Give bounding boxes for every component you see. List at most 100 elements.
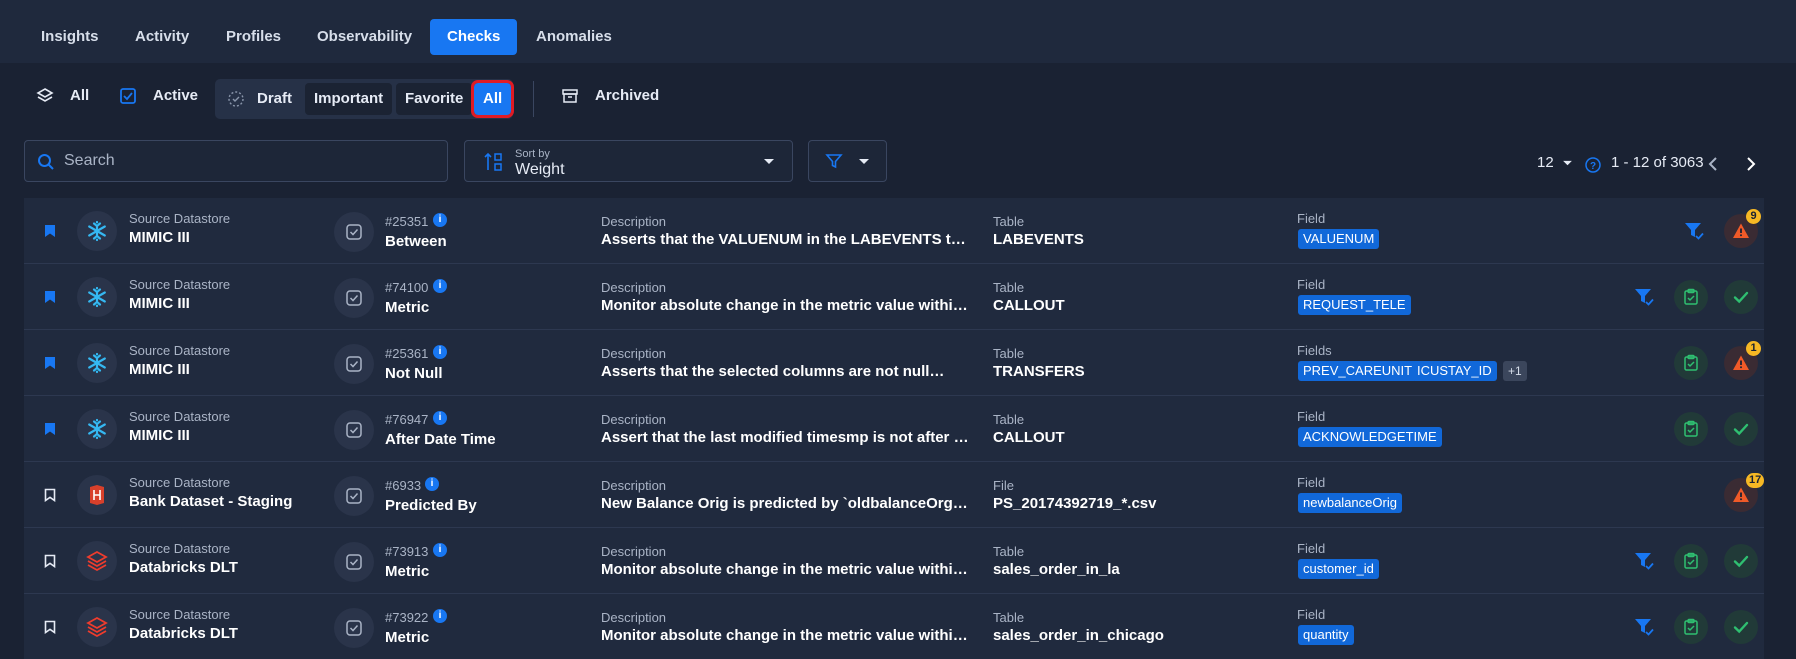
filter-draft[interactable]: Draft <box>227 82 292 116</box>
databricks-icon <box>86 616 108 638</box>
bookmark-toggle[interactable] <box>44 554 56 573</box>
bookmark-outline-icon[interactable] <box>44 620 56 635</box>
filter-check-icon[interactable] <box>1633 550 1655 572</box>
source-name: MIMIC III <box>129 427 190 444</box>
check-type-icon <box>346 422 362 438</box>
bookmark-toggle[interactable] <box>44 356 56 375</box>
search-input[interactable]: Search <box>24 140 448 182</box>
filter-check-button[interactable] <box>1633 616 1655 643</box>
clipboard-check-button[interactable] <box>1674 280 1708 314</box>
source-label: Source Datastore <box>129 541 231 556</box>
table-row[interactable]: Source Datastore MIMIC III #76947 i After Da… <box>24 396 1764 462</box>
field-label: Field <box>1297 211 1326 226</box>
page-size-value[interactable]: 12 <box>1537 154 1554 171</box>
source-name: MIMIC III <box>129 229 190 246</box>
snowflake-icon <box>88 352 106 374</box>
tab-checks[interactable]: Checks <box>430 19 518 55</box>
filter-active[interactable]: Active <box>119 79 198 113</box>
tab-anomalies[interactable]: Anomalies <box>519 19 629 55</box>
bookmark-toggle[interactable] <box>44 488 56 507</box>
filter-check-button[interactable] <box>1683 220 1705 247</box>
field-tag[interactable]: newbalanceOrig <box>1298 493 1402 513</box>
filter-all[interactable]: All <box>36 79 89 113</box>
bookmark-toggle[interactable] <box>44 290 56 309</box>
filter-check-icon[interactable] <box>1633 616 1655 638</box>
bookmark-toggle[interactable] <box>44 422 56 441</box>
clipboard-check-button[interactable] <box>1674 610 1708 644</box>
status-indicator[interactable] <box>1724 544 1758 578</box>
bookmark-filled-icon[interactable] <box>44 290 56 304</box>
table-row[interactable]: Source Datastore Databricks DLT #73913 i Met… <box>24 528 1764 594</box>
tab-activity[interactable]: Activity <box>118 19 206 55</box>
field-tag[interactable]: quantity <box>1298 625 1354 645</box>
bank-icon <box>90 485 104 505</box>
filter-important[interactable]: Important <box>305 83 393 115</box>
clipboard-check-icon <box>1684 552 1698 569</box>
tab-insights[interactable]: Insights <box>24 19 116 55</box>
datastore-logo <box>77 541 117 581</box>
status-indicator[interactable] <box>1724 610 1758 644</box>
filter-all-label: All <box>70 87 90 104</box>
tab-observability[interactable]: Observability <box>300 19 429 55</box>
filter-check-button[interactable] <box>1633 286 1655 313</box>
filter-dropdown-button[interactable] <box>808 140 887 182</box>
bookmark-outline-icon[interactable] <box>44 554 56 569</box>
datastore-logo <box>77 409 117 449</box>
table-row[interactable]: Source Datastore Databricks DLT #73922 i Met… <box>24 594 1764 659</box>
check-type-badge <box>334 542 374 582</box>
description-value: Asserts that the selected columns are no… <box>601 363 945 380</box>
filter-archived[interactable]: Archived <box>561 79 659 113</box>
sort-select[interactable]: Sort by Weight <box>464 140 793 182</box>
bookmark-toggle[interactable] <box>44 224 56 243</box>
clipboard-check-button[interactable] <box>1674 346 1708 380</box>
source-name: MIMIC III <box>129 295 190 312</box>
help-icon[interactable]: ? <box>1585 157 1601 173</box>
info-icon[interactable]: i <box>433 345 447 359</box>
filter-favorite[interactable]: Favorite <box>396 83 473 115</box>
check-id: #6933 <box>385 478 422 493</box>
field-tag[interactable]: customer_id <box>1298 559 1379 579</box>
bookmark-filled-icon[interactable] <box>44 224 56 238</box>
table-row[interactable]: Source Datastore Bank Dataset - Staging #6… <box>24 462 1765 528</box>
info-icon[interactable]: i <box>433 411 447 425</box>
info-icon[interactable]: i <box>433 213 447 227</box>
bookmark-toggle[interactable] <box>44 620 56 639</box>
field-tag[interactable]: ICUSTAY_ID <box>1412 361 1497 381</box>
table-row[interactable]: Source Datastore MIMIC III #74100 i Metric De… <box>24 264 1764 330</box>
filter-check-button[interactable] <box>1633 550 1655 577</box>
info-icon[interactable]: i <box>433 609 447 623</box>
status-indicator[interactable] <box>1724 412 1758 446</box>
filter-check-icon[interactable] <box>1683 220 1705 242</box>
table-row[interactable]: Source Datastore MIMIC III #25351 i Between D… <box>24 198 1764 264</box>
source-name: Databricks DLT <box>129 559 238 576</box>
datastore-logo <box>77 475 117 515</box>
datastore-logo <box>77 211 117 251</box>
more-fields-tag[interactable]: +1 <box>1503 361 1527 381</box>
info-icon[interactable]: i <box>425 477 439 491</box>
field-tag[interactable]: REQUEST_TELE <box>1298 295 1411 315</box>
check-type-badge <box>334 278 374 318</box>
info-icon[interactable]: i <box>433 279 447 293</box>
chevron-right-icon[interactable] <box>1746 156 1756 172</box>
clipboard-check-button[interactable] <box>1674 412 1708 446</box>
warning-icon <box>1733 487 1749 502</box>
tab-profiles[interactable]: Profiles <box>209 19 298 55</box>
filter-all-selected[interactable]: All <box>470 80 515 118</box>
layers-icon <box>36 88 54 102</box>
table-label: Table <box>993 412 1025 427</box>
bookmark-filled-icon[interactable] <box>44 356 56 370</box>
status-indicator[interactable] <box>1724 280 1758 314</box>
chevron-left-icon[interactable] <box>1708 156 1718 172</box>
description-label: Description <box>601 412 667 427</box>
chevron-down-icon[interactable] <box>1562 160 1573 167</box>
chevron-down-icon <box>859 159 869 164</box>
table-row[interactable]: Source Datastore MIMIC III #25361 i Not Null… <box>24 330 1764 396</box>
clipboard-check-button[interactable] <box>1674 544 1708 578</box>
filter-check-icon[interactable] <box>1633 286 1655 308</box>
field-tag[interactable]: VALUENUM <box>1298 229 1380 249</box>
field-tag[interactable]: ACKNOWLEDGETIME <box>1298 427 1442 447</box>
info-icon[interactable]: i <box>433 543 447 557</box>
field-tag[interactable]: PREV_CAREUNIT <box>1298 361 1418 381</box>
bookmark-filled-icon[interactable] <box>44 422 56 436</box>
bookmark-outline-icon[interactable] <box>44 488 56 503</box>
